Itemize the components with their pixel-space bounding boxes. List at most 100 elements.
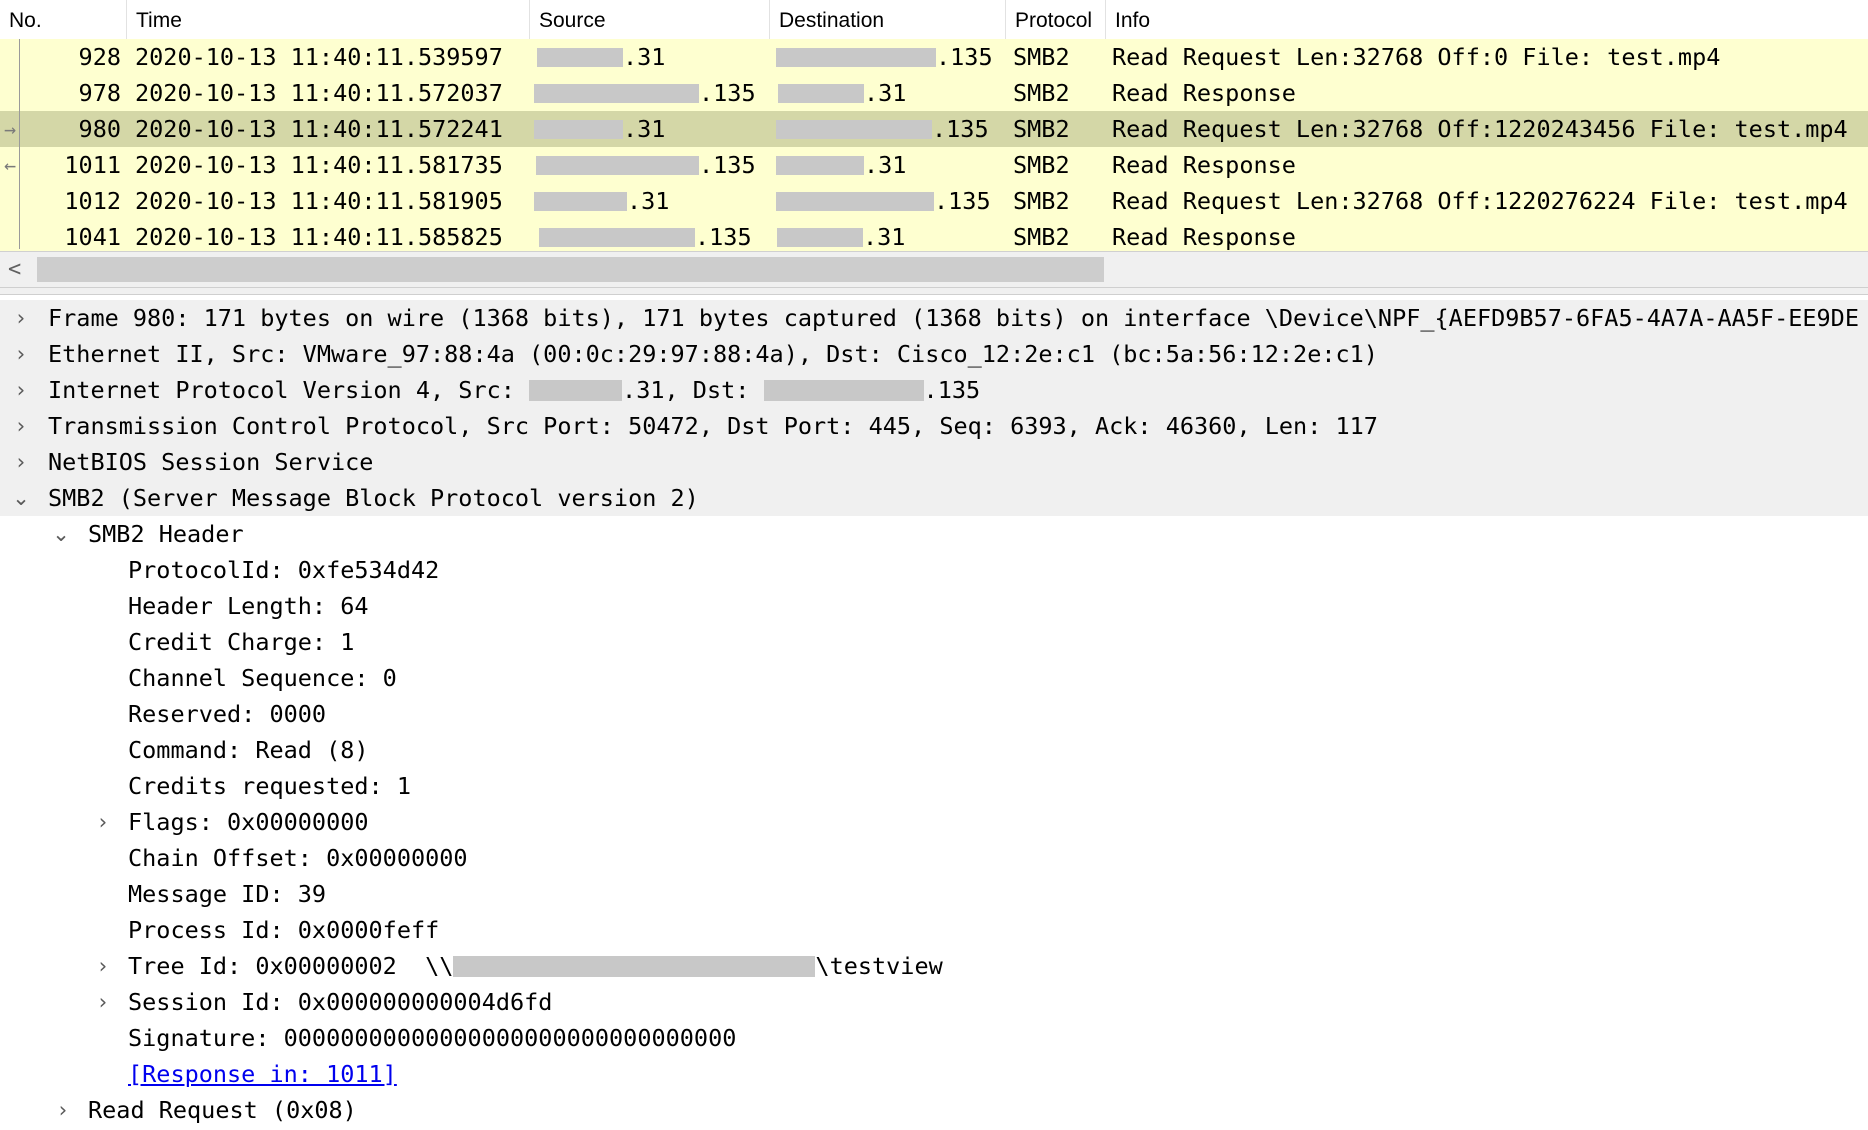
chevron-right-icon[interactable]: › <box>9 372 33 409</box>
destination-suffix: .31 <box>864 150 907 179</box>
chevron-right-icon[interactable]: › <box>91 804 115 841</box>
packet-source: .135 <box>534 75 756 111</box>
chevron-right-icon[interactable]: › <box>9 408 33 445</box>
column-header-protocol[interactable]: Protocol <box>1006 0 1106 39</box>
redacted-address <box>534 83 699 103</box>
scrollbar-thumb[interactable] <box>37 257 1104 282</box>
redacted-address <box>776 191 934 211</box>
tree-node-flags[interactable]: › Flags: 0x00000000 <box>0 804 1868 840</box>
packet-number: 1011 <box>64 151 121 179</box>
redacted-address <box>453 956 816 977</box>
source-suffix: .135 <box>699 150 756 179</box>
tcp-label: Transmission Control Protocol, Src Port:… <box>48 412 1378 440</box>
packet-number: 980 <box>78 115 121 143</box>
tree-node-smb2[interactable]: ⌄ SMB2 (Server Message Block Protocol ve… <box>0 480 1868 516</box>
tree-node-ip[interactable]: › Internet Protocol Version 4, Src: .31,… <box>0 372 1868 408</box>
tree-node-netbios[interactable]: › NetBIOS Session Service <box>0 444 1868 480</box>
redacted-address <box>534 119 623 139</box>
redacted-address <box>536 155 699 175</box>
chevron-right-icon[interactable]: › <box>91 948 115 985</box>
field-text: Chain Offset: 0x00000000 <box>128 844 468 872</box>
packet-row[interactable]: 928 2020-10-13 11:40:11.539597 .31 .135 … <box>0 39 1868 75</box>
response-in-text[interactable]: [Response in: 1011] <box>128 1056 397 1093</box>
packet-info: Read Request Len:32768 Off:0 File: test.… <box>1112 43 1721 71</box>
packet-protocol: SMB2 <box>1013 223 1070 251</box>
column-header-time[interactable]: Time <box>127 0 530 39</box>
chevron-right-icon[interactable]: › <box>9 336 33 373</box>
chevron-right-icon[interactable]: › <box>9 300 33 337</box>
packet-row[interactable]: 1012 2020-10-13 11:40:11.581905 .31 .135… <box>0 183 1868 219</box>
field-text: Tree Id: 0x00000002 \\ \testview <box>128 948 943 985</box>
request-arrow-icon: → <box>4 117 17 141</box>
tree-node-frame[interactable]: › Frame 980: 171 bytes on wire (1368 bit… <box>0 300 1868 336</box>
chevron-right-icon[interactable]: › <box>51 1092 75 1129</box>
source-suffix: .135 <box>699 78 756 107</box>
field-command[interactable]: Command: Read (8) <box>0 732 1868 768</box>
packet-source: .31 <box>534 183 669 219</box>
column-header-destination[interactable]: Destination <box>770 0 1006 39</box>
field-text: Channel Sequence: 0 <box>128 664 397 692</box>
packet-protocol: SMB2 <box>1013 43 1070 71</box>
field-text: Signature: 00000000000000000000000000000… <box>128 1024 737 1052</box>
field-protocol-id[interactable]: ProtocolId: 0xfe534d42 <box>0 552 1868 588</box>
netbios-label: NetBIOS Session Service <box>48 448 374 476</box>
packet-time: 2020-10-13 11:40:11.572037 <box>135 79 503 107</box>
packet-row[interactable]: 978 2020-10-13 11:40:11.572037 .135 .31 … <box>0 75 1868 111</box>
chevron-right-icon[interactable]: › <box>9 444 33 481</box>
packet-source: .31 <box>534 111 665 147</box>
field-credit-charge[interactable]: Credit Charge: 1 <box>0 624 1868 660</box>
packet-destination: .135 <box>776 111 989 147</box>
packet-row[interactable]: 1011 2020-10-13 11:40:11.581735 .135 .31… <box>0 147 1868 183</box>
chevron-right-icon[interactable]: › <box>91 984 115 1021</box>
packet-destination: .31 <box>777 219 905 255</box>
tree-node-smb2-header[interactable]: ⌄ SMB2 Header <box>0 516 1868 552</box>
packet-time: 2020-10-13 11:40:11.572241 <box>135 115 503 143</box>
column-header-no[interactable]: No. <box>0 0 127 39</box>
horizontal-scrollbar[interactable]: < <box>0 251 1868 287</box>
source-suffix: .31 <box>623 114 666 143</box>
response-arrow-icon: ← <box>4 153 17 177</box>
destination-suffix: .135 <box>932 114 989 143</box>
packet-row[interactable]: 1041 2020-10-13 11:40:11.585825 .135 .31… <box>0 219 1868 255</box>
chevron-down-icon[interactable]: ⌄ <box>49 516 73 553</box>
ethernet-label: Ethernet II, Src: VMware_97:88:4a (00:0c… <box>48 340 1378 368</box>
tree-node-tree-id[interactable]: › Tree Id: 0x00000002 \\ \testview <box>0 948 1868 984</box>
field-text: Message ID: 39 <box>128 880 327 908</box>
packet-list: No. Time Source Destination Protocol Inf… <box>0 0 1868 287</box>
packet-info: Read Response <box>1112 223 1296 251</box>
field-chain-offset[interactable]: Chain Offset: 0x00000000 <box>0 840 1868 876</box>
tree-node-ethernet[interactable]: › Ethernet II, Src: VMware_97:88:4a (00:… <box>0 336 1868 372</box>
packet-source: .135 <box>539 219 752 255</box>
packet-info: Read Request Len:32768 Off:1220243456 Fi… <box>1112 115 1848 143</box>
packet-time: 2020-10-13 11:40:11.585825 <box>135 223 503 251</box>
field-text: Command: Read (8) <box>128 736 369 764</box>
field-message-id[interactable]: Message ID: 39 <box>0 876 1868 912</box>
packet-list-header: No. Time Source Destination Protocol Inf… <box>0 0 1868 40</box>
field-reserved[interactable]: Reserved: 0000 <box>0 696 1868 732</box>
packet-protocol: SMB2 <box>1013 187 1070 215</box>
pane-splitter[interactable] <box>0 287 1868 295</box>
redacted-address <box>777 227 863 247</box>
redacted-address <box>778 83 864 103</box>
field-channel-sequence[interactable]: Channel Sequence: 0 <box>0 660 1868 696</box>
field-signature[interactable]: Signature: 00000000000000000000000000000… <box>0 1020 1868 1056</box>
tree-id-prefix: Tree Id: 0x00000002 \\ <box>128 952 454 980</box>
response-in-link[interactable]: [Response in: 1011] <box>0 1056 1868 1092</box>
packet-row-selected[interactable]: 980 2020-10-13 11:40:11.572241 .31 .135 … <box>0 111 1868 147</box>
tree-node-tcp[interactable]: › Transmission Control Protocol, Src Por… <box>0 408 1868 444</box>
packet-number: 1012 <box>64 187 121 215</box>
tree-node-session-id[interactable]: › Session Id: 0x000000000004d6fd <box>0 984 1868 1020</box>
packet-number: 928 <box>78 43 121 71</box>
field-header-length[interactable]: Header Length: 64 <box>0 588 1868 624</box>
column-header-source[interactable]: Source <box>530 0 770 39</box>
ip-label: Internet Protocol Version 4, Src: .31, D… <box>48 372 980 409</box>
tree-node-read-request[interactable]: › Read Request (0x08) <box>0 1092 1868 1128</box>
packet-time: 2020-10-13 11:40:11.581905 <box>135 187 503 215</box>
destination-suffix: .135 <box>936 42 993 71</box>
field-process-id[interactable]: Process Id: 0x0000feff <box>0 912 1868 948</box>
smb2-label: SMB2 (Server Message Block Protocol vers… <box>48 484 699 512</box>
column-header-info[interactable]: Info <box>1106 0 1868 39</box>
field-credits-requested[interactable]: Credits requested: 1 <box>0 768 1868 804</box>
chevron-down-icon[interactable]: ⌄ <box>9 480 33 517</box>
scroll-left-icon[interactable]: < <box>8 252 21 287</box>
